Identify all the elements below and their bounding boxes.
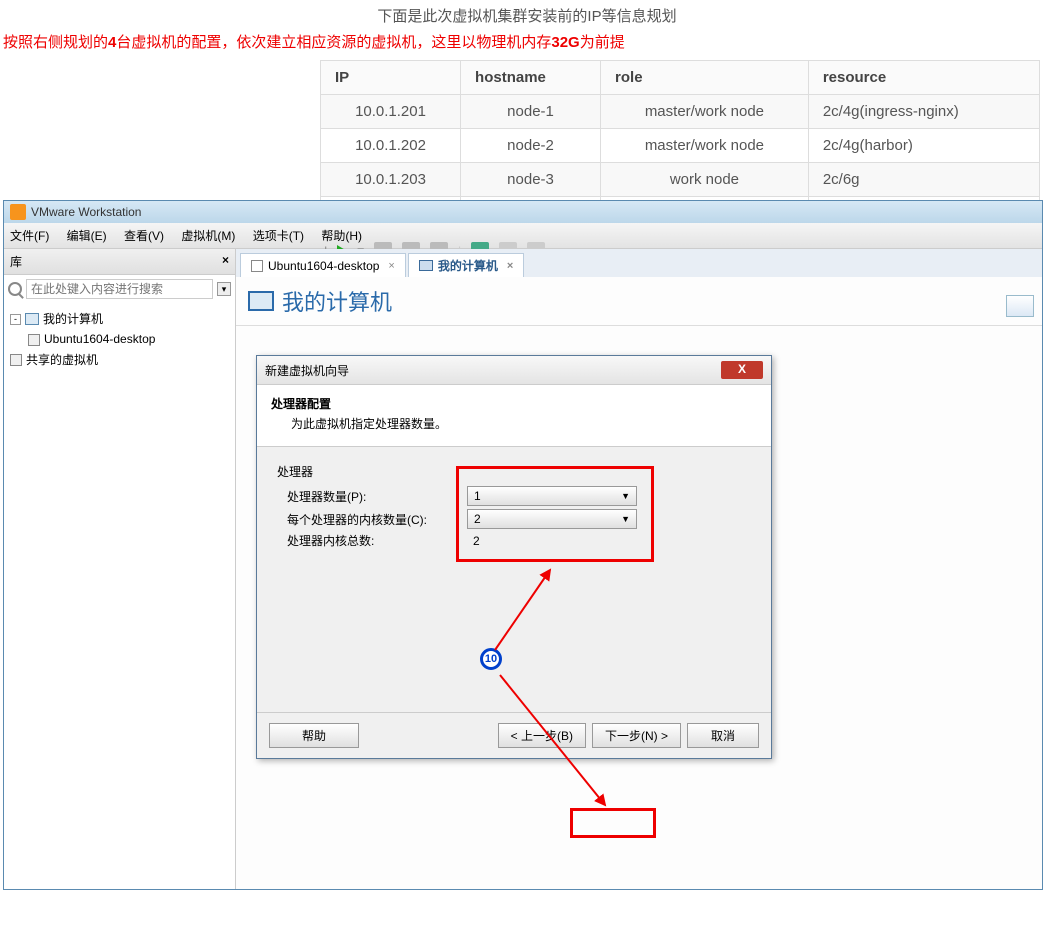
tab-close-icon[interactable]: × — [507, 260, 513, 272]
next-button[interactable]: 下一步(N) > — [592, 723, 681, 748]
tab-ubuntu[interactable]: Ubuntu1604-desktop × — [240, 253, 406, 277]
menu-vm[interactable]: 虚拟机(M) — [181, 229, 235, 243]
tab-my-computer[interactable]: 我的计算机 × — [408, 253, 524, 277]
library-panel: 库 × ▾ - 我的计算机 Ubuntu1604-desktop — [4, 249, 236, 889]
wizard-heading: 处理器配置 — [271, 395, 757, 412]
back-button[interactable]: < 上一步(B) — [498, 723, 586, 748]
cores-per-label: 每个处理器的内核数量(C): — [287, 511, 467, 528]
search-dropdown-icon[interactable]: ▾ — [217, 282, 231, 296]
tab-bar: Ubuntu1604-desktop × 我的计算机 × — [236, 249, 1042, 277]
tree-label: Ubuntu1604-desktop — [44, 329, 155, 349]
wizard-button-row: 帮助 < 上一步(B) 下一步(N) > 取消 — [257, 712, 771, 758]
library-search-input[interactable] — [26, 279, 213, 299]
menu-view[interactable]: 查看(V) — [124, 229, 164, 243]
vm-icon — [28, 334, 40, 346]
th-ip: IP — [321, 61, 461, 95]
table-row: 10.0.1.202node-2master/work node2c/4g(ha… — [321, 129, 1040, 163]
library-close-icon[interactable]: × — [222, 253, 229, 270]
menu-edit[interactable]: 编辑(E) — [67, 229, 107, 243]
th-hostname: hostname — [461, 61, 601, 95]
window-title-text: VMware Workstation — [31, 205, 141, 219]
th-resource: resource — [808, 61, 1039, 95]
step-badge: 10 — [480, 648, 502, 670]
expand-icon[interactable]: - — [10, 314, 21, 325]
tree-label: 我的计算机 — [43, 309, 103, 329]
highlight-box-next — [570, 808, 656, 838]
total-cores-label: 处理器内核总数: — [287, 532, 467, 549]
tree-item-ubuntu[interactable]: Ubuntu1604-desktop — [28, 329, 229, 349]
view-mode-button[interactable] — [1006, 295, 1034, 317]
wizard-header: 处理器配置 为此虚拟机指定处理器数量。 — [257, 385, 771, 447]
top-caption: 下面是此次虚拟机集群安装前的IP等信息规划 — [0, 5, 1054, 26]
red-instruction: 按照右侧规划的4台虚拟机的配置，依次建立相应资源的虚拟机，这里以物理机内存32G… — [3, 31, 1054, 52]
help-button[interactable]: 帮助 — [269, 723, 359, 748]
wizard-close-button[interactable]: X — [721, 361, 763, 379]
cancel-button[interactable]: 取消 — [687, 723, 759, 748]
menu-tabs[interactable]: 选项卡(T) — [253, 229, 304, 243]
tab-close-icon[interactable]: × — [388, 260, 394, 272]
computer-large-icon — [248, 291, 274, 311]
window-titlebar[interactable]: VMware Workstation — [4, 201, 1042, 223]
table-row: 10.0.1.201node-1master/work node2c/4g(in… — [321, 95, 1040, 129]
search-icon — [8, 282, 22, 296]
vm-icon — [251, 260, 263, 272]
wizard-titlebar[interactable]: 新建虚拟机向导 X — [257, 356, 771, 385]
tree-label: 共享的虚拟机 — [26, 350, 98, 370]
tab-label: Ubuntu1604-desktop — [268, 259, 379, 273]
tree-root[interactable]: - 我的计算机 — [10, 309, 229, 329]
page-title-row: 我的计算机 — [236, 277, 1042, 326]
page-title: 我的计算机 — [282, 285, 392, 317]
shared-icon — [10, 354, 22, 366]
th-role: role — [601, 61, 809, 95]
library-tree: - 我的计算机 Ubuntu1604-desktop 共享的虚拟机 — [4, 303, 235, 376]
processor-count-label: 处理器数量(P): — [287, 488, 467, 505]
library-header: 库 — [10, 253, 22, 270]
wizard-subheading: 为此虚拟机指定处理器数量。 — [291, 415, 757, 432]
menu-file[interactable]: 文件(F) — [10, 229, 49, 243]
wizard-title-text: 新建虚拟机向导 — [265, 362, 349, 379]
vmware-logo-icon — [10, 204, 26, 220]
computer-icon — [25, 313, 39, 325]
tab-label: 我的计算机 — [438, 257, 498, 274]
computer-icon — [419, 260, 433, 271]
tree-shared[interactable]: 共享的虚拟机 — [10, 350, 229, 370]
highlight-box-selects — [456, 466, 654, 562]
table-row: 10.0.1.203node-3work node2c/6g — [321, 163, 1040, 197]
